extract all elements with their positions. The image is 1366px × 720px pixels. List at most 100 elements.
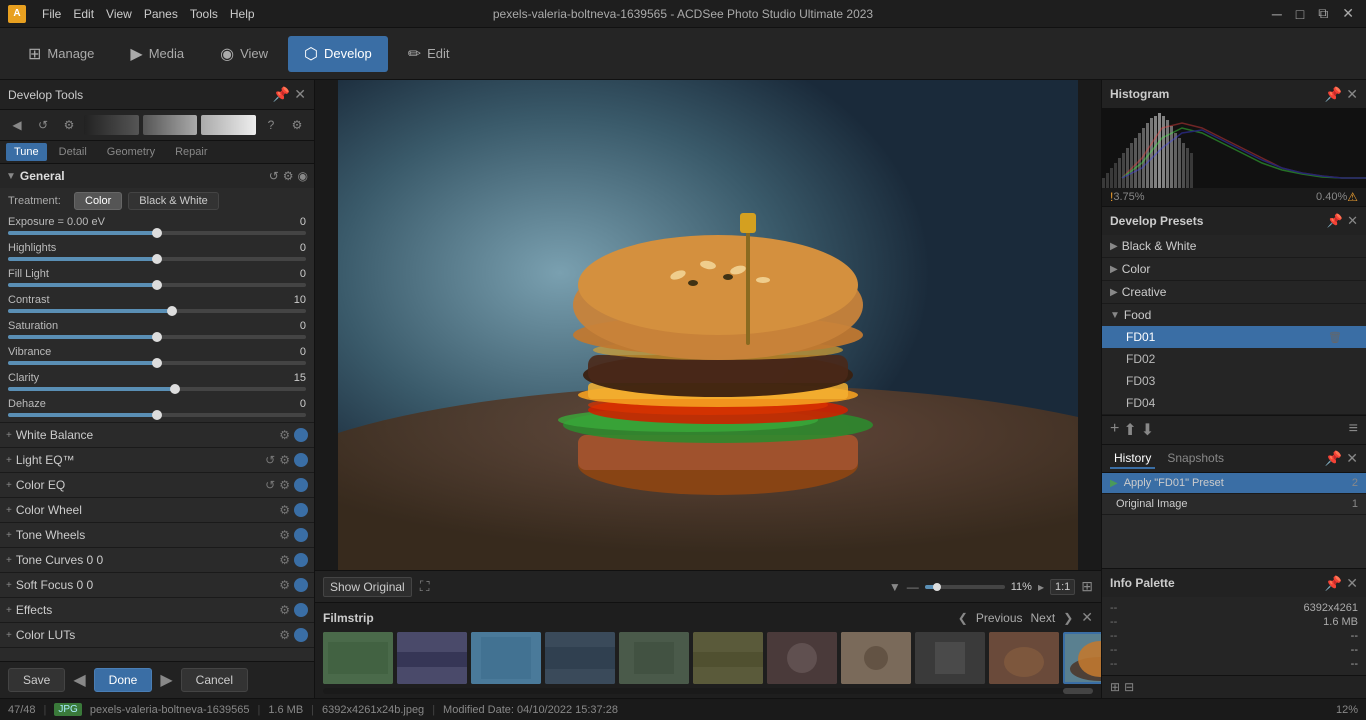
next-nav-icon[interactable]: ▶ [158, 670, 174, 690]
save-button[interactable]: Save [8, 668, 65, 692]
done-button[interactable]: Done [94, 668, 153, 692]
menu-tools[interactable]: Tools [190, 7, 218, 21]
more-settings-icon[interactable]: ⚙ [286, 114, 308, 136]
general-gear-icon[interactable]: ⚙ [283, 169, 294, 183]
history-pin-icon[interactable]: 📌 [1325, 450, 1342, 467]
maximize-button[interactable]: □ [1292, 6, 1308, 22]
general-section-header[interactable]: ▼ General ↺ ⚙ ◉ [0, 164, 314, 188]
cl-toggle[interactable] [294, 628, 308, 642]
preset-swatch-light[interactable] [201, 115, 256, 135]
preset-item-fd04[interactable]: FD04 [1102, 392, 1366, 414]
wb-toggle[interactable] [294, 428, 308, 442]
ef-gear-icon[interactable]: ⚙ [279, 603, 290, 617]
filmstrip-thumb-4[interactable] [545, 632, 615, 684]
preset-filter-icon[interactable]: ≡ [1349, 420, 1358, 440]
slider-contrast-thumb[interactable] [167, 306, 177, 316]
tw-gear-icon[interactable]: ⚙ [279, 528, 290, 542]
preset-cat-bw-header[interactable]: ▶ Black & White [1102, 235, 1366, 257]
cw-toggle[interactable] [294, 503, 308, 517]
tab-history[interactable]: History [1110, 449, 1155, 469]
filmstrip-thumb-3[interactable] [471, 632, 541, 684]
slider-dehaze-track[interactable] [8, 413, 306, 417]
fit-icon[interactable]: ⊞ [1081, 578, 1093, 595]
slider-vibrance-track[interactable] [8, 361, 306, 365]
zoom-slider[interactable] [925, 585, 1005, 589]
section-tone-curves[interactable]: + Tone Curves 0 0 ⚙ [0, 548, 314, 573]
prev-nav-icon[interactable]: ◀ [71, 670, 87, 690]
leq-gear-icon[interactable]: ⚙ [279, 453, 290, 467]
menu-file[interactable]: File [42, 7, 61, 21]
menu-help[interactable]: Help [230, 7, 255, 21]
settings-icon[interactable]: ⚙ [58, 114, 80, 136]
section-color-wheel[interactable]: + Color Wheel ⚙ [0, 498, 314, 523]
general-reset-icon[interactable]: ↺ [269, 169, 279, 183]
section-color-luts[interactable]: + Color LUTs ⚙ [0, 623, 314, 648]
show-original-button[interactable]: Show Original [323, 577, 412, 597]
close-button[interactable]: ✕ [1338, 5, 1358, 22]
preset-import-icon[interactable]: ⬇ [1141, 420, 1154, 440]
preset-swatch-dark[interactable] [84, 115, 139, 135]
next-button[interactable]: Next [1031, 611, 1056, 625]
history-item-apply[interactable]: ▶ Apply "FD01" Preset 2 [1102, 473, 1366, 494]
filmstrip-thumb-9[interactable] [915, 632, 985, 684]
preset-cat-food-header[interactable]: ▼ Food [1102, 304, 1366, 326]
slider-highlights-thumb[interactable] [152, 254, 162, 264]
cw-gear-icon[interactable]: ⚙ [279, 503, 290, 517]
restore-button[interactable]: ⧉ [1314, 5, 1332, 22]
slider-clarity-thumb[interactable] [170, 384, 180, 394]
histogram-pin-icon[interactable]: 📌 [1325, 86, 1342, 103]
slider-clarity-track[interactable] [8, 387, 306, 391]
cancel-button[interactable]: Cancel [181, 668, 248, 692]
info-expand-icon[interactable]: ⊞ [1110, 680, 1120, 694]
slider-exposure-thumb[interactable] [152, 228, 162, 238]
preset-item-fd02[interactable]: FD02 [1102, 348, 1366, 370]
history-item-original[interactable]: Original Image 1 [1102, 494, 1366, 515]
menu-view[interactable]: View [106, 7, 132, 21]
preset-fd01-delete-icon[interactable]: 🗑 [1328, 331, 1342, 344]
filmstrip-thumb-7[interactable] [767, 632, 837, 684]
expand-icon[interactable]: ⛶ [420, 578, 430, 595]
menu-edit[interactable]: Edit [73, 7, 94, 21]
menu-panes[interactable]: Panes [144, 7, 178, 21]
ceq-gear-icon[interactable]: ⚙ [279, 478, 290, 492]
tab-view[interactable]: ◉ View [204, 36, 284, 72]
section-effects[interactable]: + Effects ⚙ [0, 598, 314, 623]
slider-contrast-track[interactable] [8, 309, 306, 313]
slider-saturation-track[interactable] [8, 335, 306, 339]
filmstrip-thumb-8[interactable] [841, 632, 911, 684]
preset-cat-creative-header[interactable]: ▶ Creative [1102, 281, 1366, 303]
tab-develop[interactable]: ⬡ Develop [288, 36, 388, 72]
tab-snapshots[interactable]: Snapshots [1163, 449, 1228, 469]
preset-swatch-mid[interactable] [143, 115, 198, 135]
treatment-color-btn[interactable]: Color [74, 192, 122, 210]
preset-item-fd01[interactable]: FD01 🗑 [1102, 326, 1366, 348]
refresh-icon[interactable]: ↺ [32, 114, 54, 136]
subtab-detail[interactable]: Detail [51, 143, 95, 161]
wb-gear-icon[interactable]: ⚙ [279, 428, 290, 442]
filmstrip-close-icon[interactable]: ✕ [1081, 609, 1093, 626]
info-close-icon[interactable]: ✕ [1346, 575, 1358, 592]
section-white-balance[interactable]: + White Balance ⚙ [0, 423, 314, 448]
sf-toggle[interactable] [294, 578, 308, 592]
treatment-bw-btn[interactable]: Black & White [128, 192, 218, 210]
prev-button[interactable]: Previous [976, 611, 1023, 625]
tab-edit[interactable]: ✏ Edit [392, 36, 466, 72]
tab-manage[interactable]: ⊞ Manage [12, 36, 110, 72]
slider-fill-track[interactable] [8, 283, 306, 287]
zoom-thumb[interactable] [933, 583, 941, 591]
tw-toggle[interactable] [294, 528, 308, 542]
leq-toggle[interactable] [294, 453, 308, 467]
filmstrip-thumb-2[interactable] [397, 632, 467, 684]
tc-toggle[interactable] [294, 553, 308, 567]
history-close-icon[interactable]: ✕ [1346, 450, 1358, 467]
slider-highlights-track[interactable] [8, 257, 306, 261]
section-color-eq[interactable]: + Color EQ ↺ ⚙ [0, 473, 314, 498]
preset-item-fd03[interactable]: FD03 [1102, 370, 1366, 392]
close-panel-icon[interactable]: ✕ [294, 86, 306, 103]
histogram-close-icon[interactable]: ✕ [1346, 86, 1358, 103]
slider-saturation-thumb[interactable] [152, 332, 162, 342]
presets-pin-icon[interactable]: 📌 [1327, 213, 1343, 229]
presets-close-icon[interactable]: ✕ [1347, 213, 1358, 229]
zoom-down-icon[interactable]: ▼ [889, 580, 901, 594]
slider-exposure-track[interactable] [8, 231, 306, 235]
